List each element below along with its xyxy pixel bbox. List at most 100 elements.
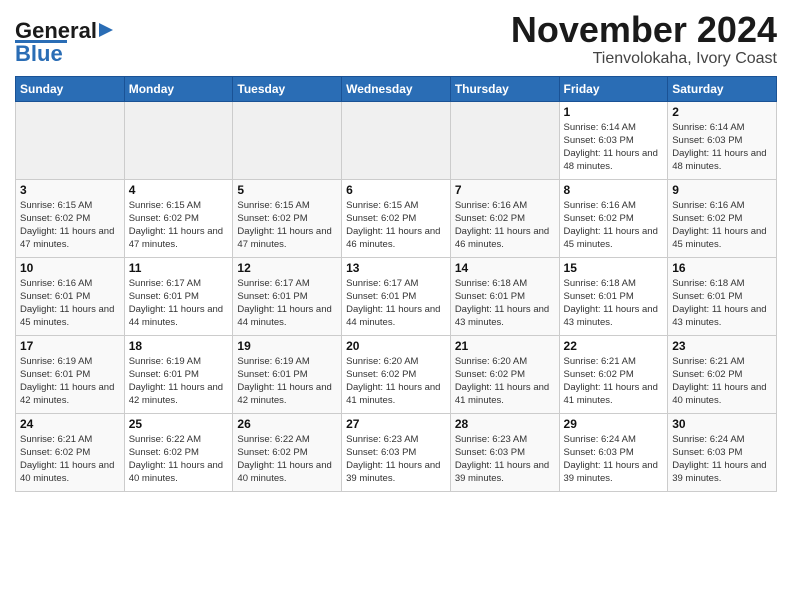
day-number: 17 [20, 339, 120, 353]
calendar-cell: 30 Sunrise: 6:24 AM Sunset: 6:03 PM Dayli… [668, 413, 777, 491]
calendar-cell [124, 101, 233, 179]
weekday-header-monday: Monday [124, 76, 233, 101]
day-number: 27 [346, 417, 446, 431]
calendar-cell: 15 Sunrise: 6:18 AM Sunset: 6:01 PM Dayli… [559, 257, 668, 335]
day-info: Sunrise: 6:17 AM Sunset: 6:01 PM Dayligh… [346, 277, 446, 330]
calendar-cell: 6 Sunrise: 6:15 AM Sunset: 6:02 PM Daylig… [342, 179, 451, 257]
day-number: 26 [237, 417, 337, 431]
calendar-week-5: 24 Sunrise: 6:21 AM Sunset: 6:02 PM Dayli… [16, 413, 777, 491]
calendar-cell: 14 Sunrise: 6:18 AM Sunset: 6:01 PM Dayli… [450, 257, 559, 335]
day-info: Sunrise: 6:16 AM Sunset: 6:01 PM Dayligh… [20, 277, 120, 330]
day-info: Sunrise: 6:18 AM Sunset: 6:01 PM Dayligh… [672, 277, 772, 330]
calendar-cell: 18 Sunrise: 6:19 AM Sunset: 6:01 PM Dayli… [124, 335, 233, 413]
day-info: Sunrise: 6:23 AM Sunset: 6:03 PM Dayligh… [455, 433, 555, 486]
day-number: 1 [564, 105, 664, 119]
calendar-cell: 9 Sunrise: 6:16 AM Sunset: 6:02 PM Daylig… [668, 179, 777, 257]
header: General Blue November 2024 Tienvolokaha,… [15, 10, 777, 68]
day-number: 9 [672, 183, 772, 197]
weekday-header-friday: Friday [559, 76, 668, 101]
calendar-cell: 17 Sunrise: 6:19 AM Sunset: 6:01 PM Dayli… [16, 335, 125, 413]
day-number: 22 [564, 339, 664, 353]
day-info: Sunrise: 6:19 AM Sunset: 6:01 PM Dayligh… [129, 355, 229, 408]
day-number: 14 [455, 261, 555, 275]
calendar-cell [16, 101, 125, 179]
day-info: Sunrise: 6:17 AM Sunset: 6:01 PM Dayligh… [129, 277, 229, 330]
calendar-cell: 25Sunrise: 6:22 AM Sunset: 6:02 PM Dayli… [124, 413, 233, 491]
calendar-week-4: 17 Sunrise: 6:19 AM Sunset: 6:01 PM Dayli… [16, 335, 777, 413]
calendar-cell [233, 101, 342, 179]
calendar-cell: 8Sunrise: 6:16 AM Sunset: 6:02 PM Daylig… [559, 179, 668, 257]
calendar-header-row: SundayMondayTuesdayWednesdayThursdayFrid… [16, 76, 777, 101]
weekday-header-sunday: Sunday [16, 76, 125, 101]
calendar-cell: 20Sunrise: 6:20 AM Sunset: 6:02 PM Dayli… [342, 335, 451, 413]
day-info: Sunrise: 6:18 AM Sunset: 6:01 PM Dayligh… [455, 277, 555, 330]
calendar-cell: 19 Sunrise: 6:19 AM Sunset: 6:01 PM Dayli… [233, 335, 342, 413]
day-number: 21 [455, 339, 555, 353]
calendar-cell: 21 Sunrise: 6:20 AM Sunset: 6:02 PM Dayli… [450, 335, 559, 413]
calendar-cell: 10 Sunrise: 6:16 AM Sunset: 6:01 PM Dayli… [16, 257, 125, 335]
day-number: 28 [455, 417, 555, 431]
day-number: 13 [346, 261, 446, 275]
day-number: 7 [455, 183, 555, 197]
day-number: 29 [564, 417, 664, 431]
logo: General Blue [15, 18, 117, 67]
day-number: 11 [129, 261, 229, 275]
calendar-cell: 26 Sunrise: 6:22 AM Sunset: 6:02 PM Dayli… [233, 413, 342, 491]
day-info: Sunrise: 6:22 AM Sunset: 6:02 PM Dayligh… [237, 433, 337, 486]
day-number: 10 [20, 261, 120, 275]
calendar-cell: 1 Sunrise: 6:14 AM Sunset: 6:03 PM Daylig… [559, 101, 668, 179]
calendar-cell: 27Sunrise: 6:23 AM Sunset: 6:03 PM Dayli… [342, 413, 451, 491]
weekday-header-wednesday: Wednesday [342, 76, 451, 101]
calendar-cell: 2 Sunrise: 6:14 AM Sunset: 6:03 PM Daylig… [668, 101, 777, 179]
day-info: Sunrise: 6:15 AM Sunset: 6:02 PM Dayligh… [346, 199, 446, 252]
day-number: 5 [237, 183, 337, 197]
day-info: Sunrise: 6:20 AM Sunset: 6:02 PM Dayligh… [455, 355, 555, 408]
calendar-table: SundayMondayTuesdayWednesdayThursdayFrid… [15, 76, 777, 492]
day-number: 6 [346, 183, 446, 197]
logo-arrow-icon [99, 21, 117, 39]
day-number: 2 [672, 105, 772, 119]
day-info: Sunrise: 6:15 AM Sunset: 6:02 PM Dayligh… [237, 199, 337, 252]
calendar-cell: 7Sunrise: 6:16 AM Sunset: 6:02 PM Daylig… [450, 179, 559, 257]
calendar-cell: 24 Sunrise: 6:21 AM Sunset: 6:02 PM Dayli… [16, 413, 125, 491]
day-number: 18 [129, 339, 229, 353]
calendar-cell: 28 Sunrise: 6:23 AM Sunset: 6:03 PM Dayli… [450, 413, 559, 491]
day-info: Sunrise: 6:15 AM Sunset: 6:02 PM Dayligh… [129, 199, 229, 252]
day-number: 30 [672, 417, 772, 431]
day-number: 24 [20, 417, 120, 431]
calendar-week-3: 10 Sunrise: 6:16 AM Sunset: 6:01 PM Dayli… [16, 257, 777, 335]
day-number: 23 [672, 339, 772, 353]
calendar-cell: 23Sunrise: 6:21 AM Sunset: 6:02 PM Dayli… [668, 335, 777, 413]
title-block: November 2024 Tienvolokaha, Ivory Coast [511, 10, 777, 68]
day-info: Sunrise: 6:19 AM Sunset: 6:01 PM Dayligh… [20, 355, 120, 408]
page-title: November 2024 [511, 10, 777, 50]
day-info: Sunrise: 6:18 AM Sunset: 6:01 PM Dayligh… [564, 277, 664, 330]
day-info: Sunrise: 6:14 AM Sunset: 6:03 PM Dayligh… [672, 121, 772, 174]
logo-blue: Blue [15, 41, 63, 67]
calendar-cell: 29 Sunrise: 6:24 AM Sunset: 6:03 PM Dayli… [559, 413, 668, 491]
calendar-cell: 11 Sunrise: 6:17 AM Sunset: 6:01 PM Dayli… [124, 257, 233, 335]
day-info: Sunrise: 6:19 AM Sunset: 6:01 PM Dayligh… [237, 355, 337, 408]
day-info: Sunrise: 6:21 AM Sunset: 6:02 PM Dayligh… [20, 433, 120, 486]
day-info: Sunrise: 6:24 AM Sunset: 6:03 PM Dayligh… [564, 433, 664, 486]
weekday-header-saturday: Saturday [668, 76, 777, 101]
day-number: 19 [237, 339, 337, 353]
day-number: 16 [672, 261, 772, 275]
weekday-header-tuesday: Tuesday [233, 76, 342, 101]
day-number: 12 [237, 261, 337, 275]
day-info: Sunrise: 6:20 AM Sunset: 6:02 PM Dayligh… [346, 355, 446, 408]
day-info: Sunrise: 6:24 AM Sunset: 6:03 PM Dayligh… [672, 433, 772, 486]
day-number: 4 [129, 183, 229, 197]
weekday-header-thursday: Thursday [450, 76, 559, 101]
calendar-cell: 22Sunrise: 6:21 AM Sunset: 6:02 PM Dayli… [559, 335, 668, 413]
page-subtitle: Tienvolokaha, Ivory Coast [511, 50, 777, 68]
day-number: 3 [20, 183, 120, 197]
day-info: Sunrise: 6:17 AM Sunset: 6:01 PM Dayligh… [237, 277, 337, 330]
day-info: Sunrise: 6:16 AM Sunset: 6:02 PM Dayligh… [672, 199, 772, 252]
calendar-cell [342, 101, 451, 179]
calendar-week-1: 1 Sunrise: 6:14 AM Sunset: 6:03 PM Daylig… [16, 101, 777, 179]
calendar-cell: 13 Sunrise: 6:17 AM Sunset: 6:01 PM Dayli… [342, 257, 451, 335]
day-number: 15 [564, 261, 664, 275]
calendar-cell: 5 Sunrise: 6:15 AM Sunset: 6:02 PM Daylig… [233, 179, 342, 257]
day-info: Sunrise: 6:14 AM Sunset: 6:03 PM Dayligh… [564, 121, 664, 174]
